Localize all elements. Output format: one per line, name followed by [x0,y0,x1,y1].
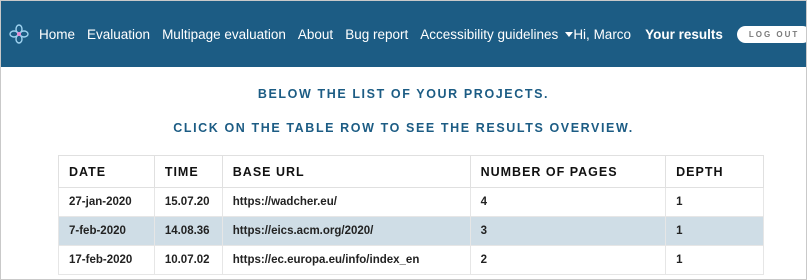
nav-home[interactable]: Home [39,27,75,42]
table-header-row: DATE TIME BASE URL NUMBER OF PAGES DEPTH [58,155,764,188]
table-row-selected[interactable]: 7-feb-2020 14.08.36 https://eics.acm.org… [58,216,764,246]
cell-base-url: https://eics.acm.org/2020/ [221,216,471,246]
caret-down-icon [565,31,574,37]
column-header-depth: DEPTH [665,155,764,188]
nav-evaluation[interactable]: Evaluation [87,27,150,42]
projects-table: DATE TIME BASE URL NUMBER OF PAGES DEPTH… [58,155,764,275]
instruction-heading: CLICK ON THE TABLE ROW TO SEE THE RESULT… [173,121,634,135]
cell-base-url: https://wadcher.eu/ [221,187,471,217]
column-header-base-url: BASE URL [221,155,471,188]
cell-time: 10.07.02 [153,245,223,275]
nav-about[interactable]: About [298,27,333,42]
column-header-date: DATE [58,155,155,188]
cell-time: 15.07.20 [153,187,223,217]
cell-depth: 1 [665,245,764,275]
cell-number-of-pages: 4 [469,187,667,217]
cell-base-url: https://ec.europa.eu/info/index_en [221,245,471,275]
logout-button[interactable]: LOG OUT [736,25,806,43]
main-content: BELOW THE LIST OF YOUR PROJECTS. CLICK O… [1,67,806,279]
cell-date: 17-feb-2020 [58,245,155,275]
nav-bug-report[interactable]: Bug report [345,27,408,42]
nav-links: Home Evaluation Multipage evaluation Abo… [39,26,574,42]
projects-heading: BELOW THE LIST OF YOUR PROJECTS. [257,87,550,101]
column-header-number-of-pages: NUMBER OF PAGES [469,155,667,188]
dropdown-label: Accessibility guidelines [420,26,559,42]
nav-multipage-evaluation[interactable]: Multipage evaluation [162,27,286,42]
cell-time: 14.08.36 [153,216,223,246]
table-row[interactable]: 27-jan-2020 15.07.20 https://wadcher.eu/… [58,187,764,217]
app-window: Home Evaluation Multipage evaluation Abo… [0,0,807,280]
cell-date: 7-feb-2020 [58,216,155,246]
nav-your-results[interactable]: Your results [645,27,723,42]
nav-accessibility-guidelines-dropdown[interactable]: Accessibility guidelines [420,26,574,42]
user-greeting: Hi, Marco [573,26,632,42]
cell-depth: 1 [665,187,764,217]
cell-number-of-pages: 2 [469,245,667,275]
cell-number-of-pages: 3 [469,216,667,246]
table-row[interactable]: 17-feb-2020 10.07.02 https://ec.europa.e… [58,245,764,275]
nav-user-area: Hi, Marco Your results LOG OUT [573,25,806,43]
cell-depth: 1 [665,216,764,246]
cell-date: 27-jan-2020 [58,187,155,217]
flower-logo-icon[interactable] [9,24,29,44]
navbar: Home Evaluation Multipage evaluation Abo… [1,1,806,67]
column-header-time: TIME [153,155,223,188]
